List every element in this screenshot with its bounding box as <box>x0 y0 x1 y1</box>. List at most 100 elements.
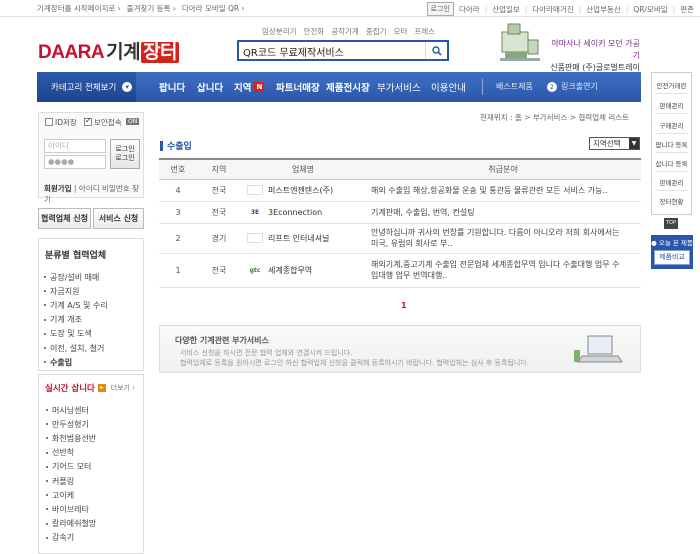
chevron-down-icon: ▾ <box>122 82 133 92</box>
nav-buy[interactable]: 삽니다 <box>197 72 223 102</box>
join-link[interactable]: 회원가입 <box>44 184 72 193</box>
login-id-field[interactable]: 아이디 <box>44 139 106 153</box>
nav-showroom[interactable]: 제품전시장 <box>326 72 370 102</box>
scroll-top-button[interactable]: TOP <box>664 218 678 229</box>
list-item[interactable]: 고이케 <box>46 488 96 502</box>
cell-field[interactable]: 해외기계,중고기계 수출입 전문업체 세계종합무역 입니다 수출대행 업무 수입… <box>365 253 641 288</box>
quick-menu-item[interactable]: 안전거래란 <box>652 80 691 90</box>
cell-field[interactable]: 안녕하십니까 귀사의 번창를 기원합니다. 다름이 아니오라 저희 회사에서는 미… <box>365 223 641 254</box>
addon-text-2: 협력업체로 등록을 원하시면 로그인 하신 협력업체 신청을 클릭해 등록하시기… <box>180 359 529 367</box>
bookmark-link[interactable]: 즐겨찾기 등록 › <box>127 3 176 14</box>
list-item[interactable]: 선반척 <box>46 446 96 460</box>
keyword-link[interactable]: 안전화 <box>304 26 325 37</box>
quick-menu-item[interactable]: 팝니다 등록 <box>652 139 691 149</box>
list-item[interactable]: 커플링 <box>46 474 96 488</box>
nav-addon-service[interactable]: 부가서비스 <box>377 72 421 102</box>
site-link-ilbo[interactable]: 산업일보 <box>492 4 520 15</box>
pagination-current-page[interactable]: 1 <box>401 301 407 310</box>
list-item[interactable]: 바이브레타 <box>46 502 96 516</box>
company-name-link[interactable]: 퍼스트엔젠텐스(주) <box>268 185 333 196</box>
list-item[interactable]: 머시닝센터 <box>46 403 96 417</box>
realtime-buy-list: 머시닝센터 만두성형기 화천범용선반 선반척 기어드 모터 커플링 고이케 바이… <box>46 403 96 545</box>
partner-apply-button[interactable]: 협력업체 신청 <box>38 208 91 229</box>
quick-menu: 안전거래란 판매관리 구매관리 팝니다 등록 삽니다 등록 판매관리 장터현황 <box>651 72 692 215</box>
region-select[interactable]: 지역선택 ▼ <box>589 137 640 150</box>
nav-sell[interactable]: 팝니다 <box>159 72 185 102</box>
quick-menu-item[interactable]: 삽니다 등록 <box>652 158 691 168</box>
company-name-link[interactable]: 3Econnection <box>268 208 322 217</box>
realtime-buy-title: 실시간 삽니다 ▸ <box>45 382 106 394</box>
company-logo <box>247 233 263 243</box>
company-name-link[interactable]: 세계종합무역 <box>268 265 312 276</box>
category-item[interactable]: 기계 A/S 및 수리 <box>44 298 108 312</box>
category-item[interactable]: 공장/설비 매매 <box>44 270 108 284</box>
machine-banner-image[interactable] <box>498 22 542 64</box>
keyword-link[interactable]: 공작기계 <box>331 26 359 37</box>
keyword-link[interactable]: 모터 <box>394 26 408 37</box>
service-apply-button[interactable]: 서비스 신청 <box>93 208 144 229</box>
addon-title: 다양한 기계관련 부가서비스 <box>175 336 269 345</box>
list-item[interactable]: 기어드 모터 <box>46 460 96 474</box>
category-item[interactable]: 기계 개조 <box>44 313 108 327</box>
login-links: 회원가입 | 아이디 비밀번호 찾기 <box>44 184 139 204</box>
addon-service-banner: 다양한 기계관련 부가서비스 서비스 신청을 하시면 전문 협력 업체와 연결시… <box>159 325 641 373</box>
list-item[interactable]: 감속기 <box>46 531 96 545</box>
keyword-link[interactable]: 임상분리기 <box>262 26 297 37</box>
quick-menu-item[interactable]: 판매관리 <box>652 100 691 110</box>
quick-menu-item[interactable]: 장터현황 <box>652 196 691 206</box>
nav-guide-label: 이용안내 <box>431 83 466 94</box>
category-item[interactable]: 이전, 설치, 철거 <box>44 341 108 355</box>
list-item[interactable]: 칼라메쉬철망 <box>46 517 96 531</box>
partner-table: 번호 지역 업체명 취급분야 4 전국 퍼스트엔젠텐스(주) 해외 수출입 해상… <box>159 158 641 288</box>
login-password-field[interactable]: ●●●● <box>44 155 106 169</box>
main-navigation: 카테고리 전체보기 ▾ 팝니다 삽니다 지역 N 파트너매장 제품전시장 부가서비… <box>37 72 641 102</box>
table-row[interactable]: 2 경기 리프트 인터네셔널 안녕하십니까 귀사의 번창를 기원합니다. 다름이… <box>159 223 641 254</box>
list-item[interactable]: 만두성형기 <box>46 417 96 431</box>
site-link-extra[interactable]: 편존 <box>680 4 694 15</box>
quick-menu-item[interactable]: 구매관리 <box>652 120 691 130</box>
id-save-checkbox[interactable] <box>45 118 53 126</box>
realtime-more-link[interactable]: 더보기 › <box>111 383 135 393</box>
keyword-link[interactable]: 중접기 <box>366 26 387 37</box>
category-all-button[interactable]: 카테고리 전체보기 ▾ <box>37 72 136 102</box>
cell-region: 경기 <box>197 223 241 254</box>
set-homepage-link[interactable]: 기계장터를 시작페이지로 › <box>37 3 121 14</box>
nav-region[interactable]: 지역 N <box>234 72 265 102</box>
login-button[interactable]: 로그인 로그인 <box>110 139 140 169</box>
category-item[interactable]: 도장 및 도색 <box>44 327 108 341</box>
search-button[interactable] <box>425 42 447 59</box>
top-login-button[interactable]: 로그인 <box>426 2 454 16</box>
compare-products-button[interactable]: 제품비교 <box>654 250 690 265</box>
nav-buy-label: 삽니다 <box>197 83 224 94</box>
site-link-daara[interactable]: 다아라 <box>459 4 480 15</box>
recently-viewed-box: ● 오늘 본 제품 제품비교 <box>651 235 693 269</box>
table-row[interactable]: 3 전국 3E 3Econnection 기계판매, 수출입, 번역, 컨설팅 <box>159 201 641 224</box>
site-link-magazine[interactable]: 다아라매거진 <box>532 4 573 15</box>
site-link-qr-mobile[interactable]: QR/모바일 <box>633 4 667 15</box>
search-input[interactable] <box>243 44 423 58</box>
list-item[interactable]: 화천범용선반 <box>46 431 96 445</box>
nav-partner-store[interactable]: 파트너매장 <box>276 72 320 102</box>
company-logo: gtc <box>247 265 263 275</box>
site-logo[interactable]: DAARA 기계 장터 <box>38 37 180 64</box>
company-name-link[interactable]: 리프트 인터네셔널 <box>268 233 329 244</box>
cell-region: 전국 <box>197 179 241 202</box>
nav-guide[interactable]: 이용안내 <box>431 72 466 102</box>
cell-field[interactable]: 기계판매, 수출입, 번역, 컨설팅 <box>365 201 641 224</box>
quick-menu-item[interactable]: 판매관리 <box>652 177 691 187</box>
realtime-icon: ▸ <box>97 384 106 392</box>
secure-login-checkbox[interactable] <box>84 116 92 126</box>
category-item-export-import[interactable]: 수출입 <box>44 355 108 369</box>
category-item[interactable]: 자금지원 <box>44 284 108 298</box>
cell-field[interactable]: 해외 수출입 해상,항공화물 운송 및 통관등 물류관련 모든 서비스 가능.. <box>365 179 641 202</box>
keyword-link[interactable]: 프레스 <box>414 26 435 37</box>
table-row[interactable]: 4 전국 퍼스트엔젠텐스(주) 해외 수출입 해상,항공화물 운송 및 통관등 … <box>159 179 641 202</box>
mobile-qr-link[interactable]: 다아라 모바일 QR › <box>182 3 245 14</box>
realtime-buy-box: 실시간 삽니다 ▸ 더보기 › 머시닝센터 만두성형기 화천범용선반 선반척 기… <box>38 374 144 554</box>
nav-link-partner[interactable]: 2 링크출연기 <box>547 81 598 92</box>
banner-line-1: 야마사나 세이키 모던 가공기 <box>551 39 640 60</box>
search-icon <box>431 45 442 56</box>
site-link-realestate[interactable]: 산업부동산 <box>586 4 621 15</box>
table-row[interactable]: 1 전국 gtc 세계종합무역 해외기계,중고기계 수출입 전문업체 세계종합무역… <box>159 253 641 288</box>
nav-best-products[interactable]: 베스트제품 <box>496 81 533 92</box>
